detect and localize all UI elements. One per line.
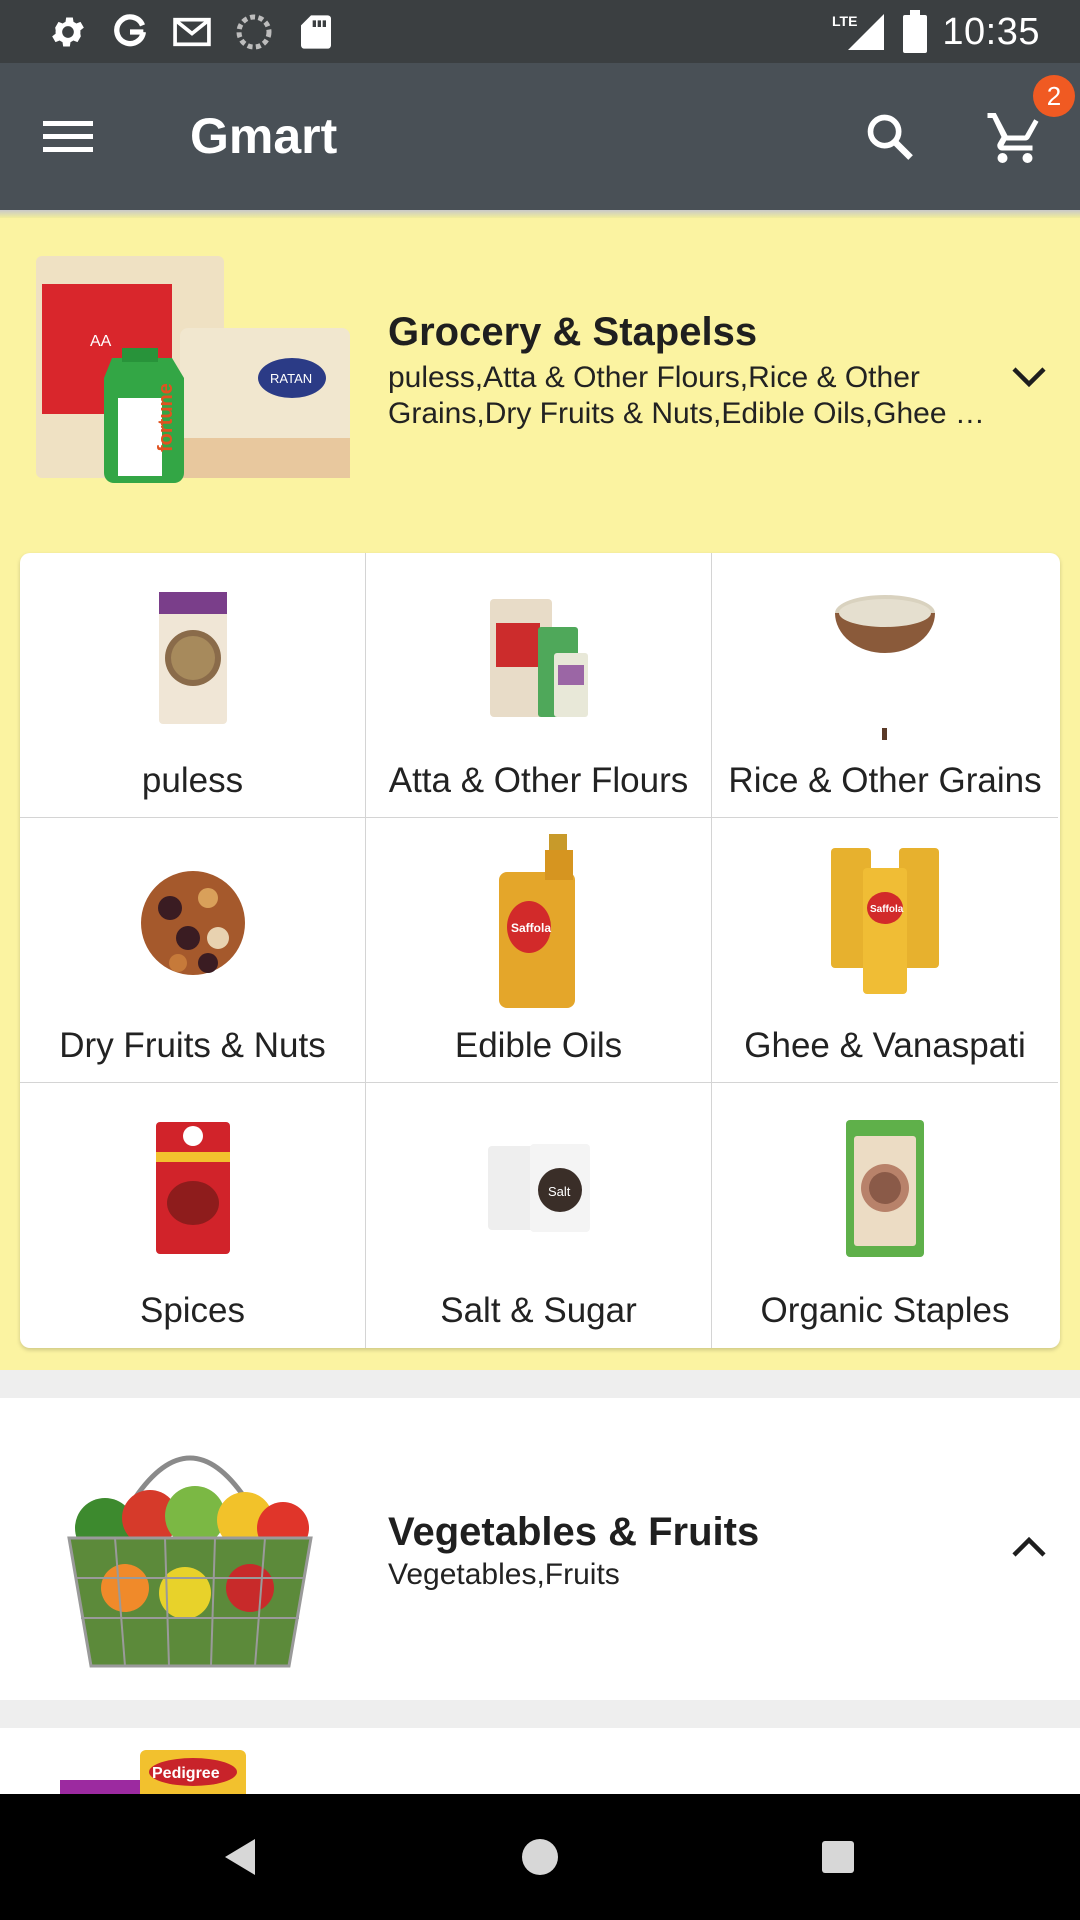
cart-icon [987,113,1039,163]
cart-button[interactable] [980,103,1050,173]
subcategory-label: Rice & Other Grains [728,761,1042,800]
rice-grains-image [815,573,955,743]
cart-count-badge: 2 [1033,75,1075,117]
svg-text:Saffola: Saffola [870,904,904,915]
subcategory-rice-grains[interactable]: Rice & Other Grains [712,553,1058,818]
edible-oils-image: Saffola [469,832,609,1012]
chevron-down-icon [1012,367,1046,388]
subcategory-label: Atta & Other Flours [388,761,689,800]
menu-button[interactable] [40,109,96,165]
svg-text:Saffola: Saffola [511,921,551,935]
back-triangle-icon [225,1839,255,1875]
category-subtitle: puless,Atta & Other Flours,Rice & Other … [388,361,985,430]
sd-card-icon [296,12,336,52]
atta-flours-image [469,583,609,733]
vegetables-basket-image [55,1428,325,1673]
dry-fruits-nuts-image [123,838,263,1008]
svg-text:RATAN: RATAN [270,371,312,386]
lte-signal-icon: LTE [832,10,888,54]
ghee-vanaspati-image: Saffola [815,838,955,998]
organic-staples-image [815,1113,955,1263]
section-divider [0,1700,1080,1728]
pet-food-image: Pedigree [60,1750,246,1794]
category-subtitle: Vegetables,Fruits [388,1558,620,1591]
subcategory-puless[interactable]: puless [20,553,366,818]
subcategory-label: Dry Fruits & Nuts [59,1026,326,1065]
search-icon [867,114,913,160]
subcategory-label: Edible Oils [454,1026,623,1065]
category-vegetables-fruits[interactable]: Vegetables & Fruits Vegetables,Fruits [0,1398,1080,1700]
status-time: 10:35 [942,10,1040,53]
subcategory-label: Salt & Sugar [440,1291,637,1330]
category-grocery-staples: AA RATAN fortune Grocery & Stapelss pule… [0,218,1080,1370]
chevron-up-icon [1012,1536,1046,1557]
category-title[interactable]: Grocery & Stapelss [388,310,757,355]
subcategory-atta-flours[interactable]: Atta & Other Flours [366,553,712,818]
subcategory-label: Spices [139,1291,246,1330]
section-divider [0,1370,1080,1398]
subcategory-organic-staples[interactable]: Organic Staples [712,1083,1058,1348]
navigation-bar [0,1794,1080,1920]
settings-icon [48,12,88,52]
svg-text:LTE: LTE [832,13,857,29]
recents-square-icon [822,1841,854,1873]
app-title: Gmart [190,108,338,164]
battery-icon [902,10,928,54]
svg-text:Pedigree: Pedigree [152,1765,220,1782]
home-button[interactable] [507,1824,573,1890]
grocery-category-image: AA RATAN fortune [30,248,360,493]
subcategory-label: puless [141,761,244,800]
salt-sugar-image: Salt [469,1113,609,1263]
collapse-toggle[interactable] [1004,352,1054,402]
app-bar: Gmart [0,63,1080,210]
subcategory-salt-sugar[interactable]: Salt Salt & Sugar [366,1083,712,1348]
search-button[interactable] [860,107,920,167]
subcategory-dry-fruits-nuts[interactable]: Dry Fruits & Nuts [20,818,366,1083]
subcategory-edible-oils[interactable]: Saffola Edible Oils [366,818,712,1083]
gmail-icon [172,12,212,52]
back-button[interactable] [208,1824,274,1890]
subcategory-grid: puless Atta & Other Flours Rice & Other … [20,553,1060,1348]
subcategory-spices[interactable]: Spices [20,1083,366,1348]
subcategory-label: Ghee & Vanaspati [744,1026,1026,1065]
category-title[interactable]: Vegetables & Fruits [388,1510,759,1555]
svg-text:Salt: Salt [548,1184,571,1199]
spices-image [123,1113,263,1263]
svg-text:fortune: fortune [155,383,177,452]
status-bar: LTE 10:35 [0,0,1080,63]
expand-toggle[interactable] [1004,1522,1054,1572]
subcategory-ghee-vanaspati[interactable]: Saffola Ghee & Vanaspati [712,818,1058,1083]
home-circle-icon [522,1839,558,1875]
google-icon [110,12,150,52]
subcategory-label: Organic Staples [760,1291,1010,1330]
recents-button[interactable] [805,1824,871,1890]
svg-text:AA: AA [90,333,112,350]
sync-icon [234,12,274,52]
app-bar-shadow [0,210,1080,218]
puless-image [123,583,263,733]
category-next-peek[interactable]: Pedigree [0,1728,1080,1794]
menu-icon [43,121,93,152]
